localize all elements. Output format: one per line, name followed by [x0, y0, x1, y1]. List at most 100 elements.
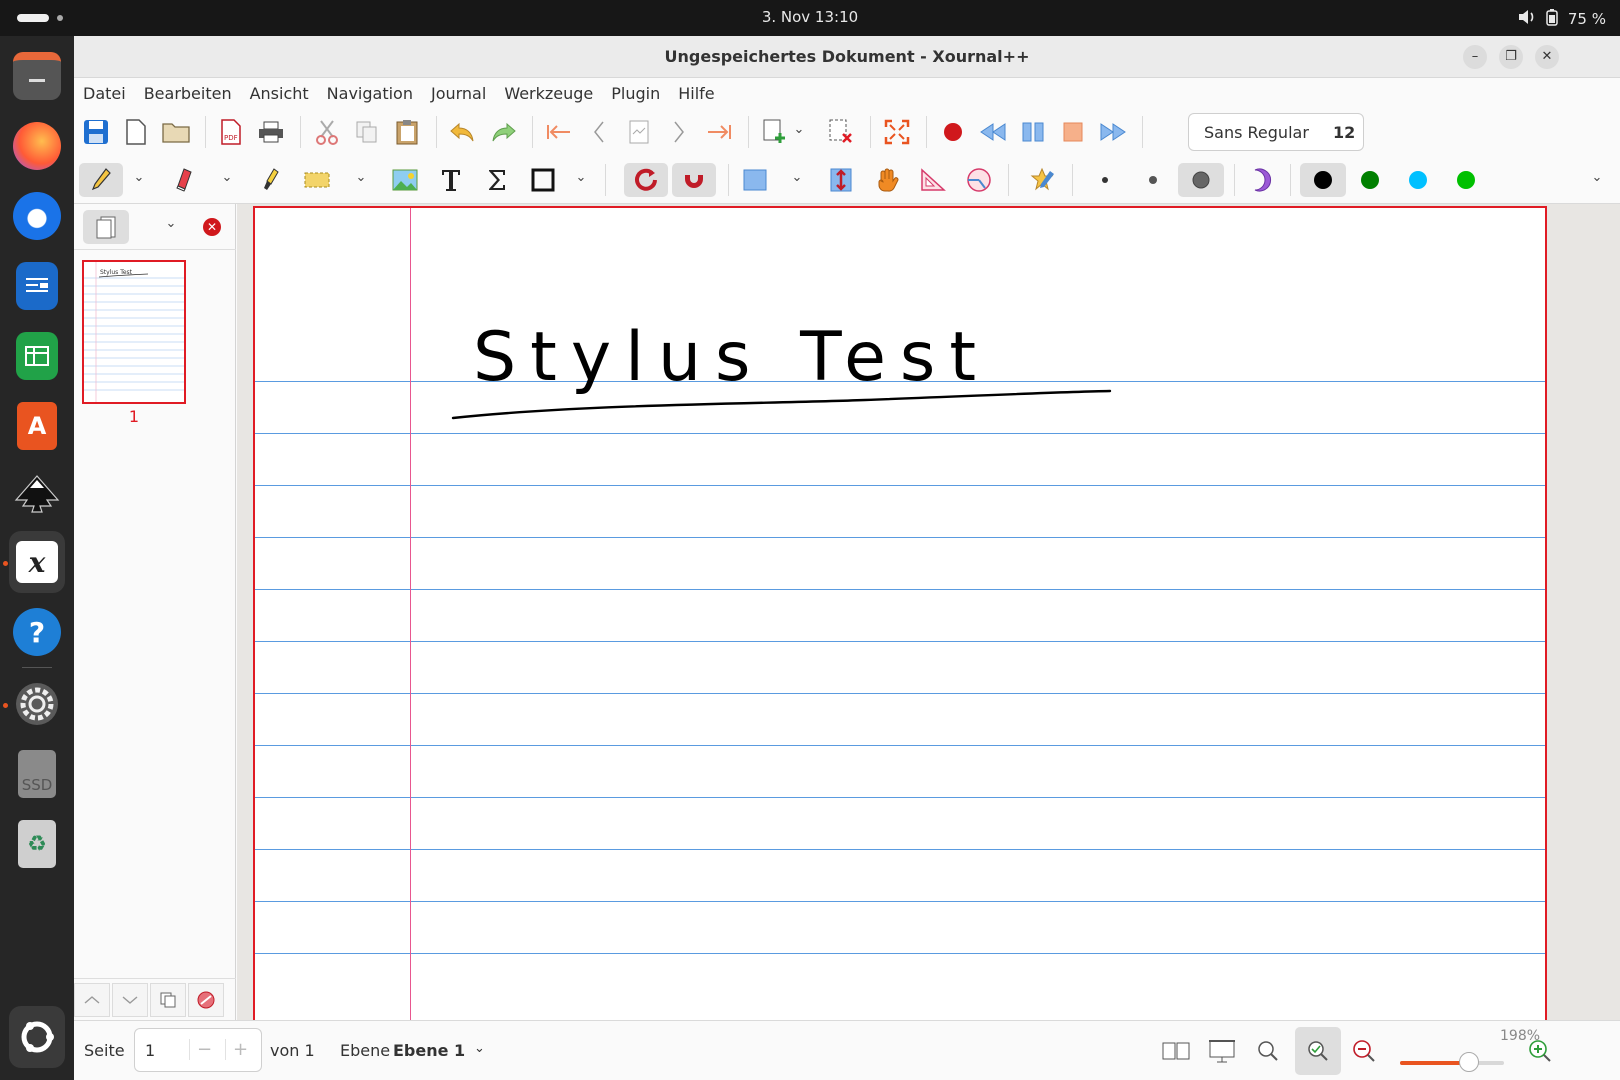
eraser-tool-button[interactable] [166, 163, 200, 197]
fast-forward-button[interactable] [1096, 115, 1130, 149]
document-page[interactable]: Stylus Test [253, 206, 1547, 1020]
zoom-100-button[interactable] [1250, 1033, 1286, 1069]
page-decrement-button[interactable]: − [189, 1039, 219, 1060]
minimize-button[interactable]: – [1463, 45, 1487, 69]
menu-werkzeuge[interactable]: Werkzeuge [504, 84, 593, 103]
new-document-button[interactable] [119, 115, 153, 149]
document-canvas[interactable]: Stylus Test [237, 204, 1620, 1020]
latex-tool-button[interactable] [480, 163, 514, 197]
undo-button[interactable] [446, 115, 480, 149]
font-selector[interactable]: Sans Regular 12 [1188, 113, 1364, 151]
next-page-button[interactable] [662, 115, 696, 149]
delete-page-button[interactable] [824, 115, 858, 149]
text-tool-button[interactable] [434, 163, 468, 197]
zoom-fit-button[interactable] [1295, 1027, 1341, 1075]
dock-xournalpp[interactable]: x [9, 531, 65, 593]
snap-button[interactable] [672, 163, 716, 197]
color-light-blue-button[interactable] [1401, 163, 1435, 197]
menu-plugin[interactable]: Plugin [611, 84, 660, 103]
dock-show-apps[interactable] [9, 1006, 65, 1068]
dock-thunderbird[interactable] [9, 188, 65, 244]
pen-tool-button[interactable] [79, 163, 123, 197]
page-thumbnail[interactable]: Stylus Test [82, 260, 186, 404]
set-square-button[interactable] [916, 163, 950, 197]
goto-page-button[interactable] [622, 115, 656, 149]
dock-trash[interactable]: ♻ [9, 816, 65, 872]
redo-button[interactable] [486, 115, 520, 149]
pen-dropdown[interactable]: ⌄ [132, 170, 146, 190]
favorite-tools-button[interactable] [1026, 163, 1060, 197]
save-button[interactable] [79, 115, 113, 149]
maximize-button[interactable]: ❐ [1499, 45, 1523, 69]
menu-datei[interactable]: Datei [83, 84, 126, 103]
dock-help[interactable]: ? [9, 604, 65, 660]
insert-image-button[interactable] [388, 163, 422, 197]
color-black-button[interactable] [1300, 163, 1346, 197]
dock-files[interactable] [9, 48, 65, 104]
shape-recognizer-button[interactable] [624, 163, 668, 197]
presentation-mode-button[interactable] [1204, 1033, 1240, 1069]
thickness-fine-button[interactable] [1088, 163, 1122, 197]
copy-button[interactable] [350, 115, 384, 149]
sidebar-view-button[interactable] [83, 210, 129, 244]
thickness-thick-button[interactable] [1178, 163, 1224, 197]
rewind-button[interactable] [976, 115, 1010, 149]
layer-dropdown[interactable]: ⌄ [474, 1041, 485, 1056]
cut-button[interactable] [310, 115, 344, 149]
battery-icon[interactable] [1546, 8, 1558, 30]
dock-app-center[interactable]: A [9, 398, 65, 454]
shape-dropdown[interactable]: ⌄ [574, 170, 588, 190]
volume-icon[interactable] [1518, 9, 1536, 29]
select-region-button[interactable] [300, 163, 334, 197]
shape-tool-button[interactable] [526, 163, 560, 197]
fullscreen-button[interactable] [880, 115, 914, 149]
layer-selector[interactable]: Ebene 1 [393, 1041, 465, 1060]
menu-bearbeiten[interactable]: Bearbeiten [144, 84, 232, 103]
dock-firefox[interactable] [9, 118, 65, 174]
duplicate-page-button[interactable] [150, 983, 186, 1017]
page-spinner[interactable]: 1 − + [134, 1028, 262, 1072]
go-last-page-button[interactable] [702, 115, 736, 149]
move-page-up-button[interactable] [74, 983, 110, 1017]
highlighter-tool-button[interactable] [254, 163, 288, 197]
paste-button[interactable] [390, 115, 424, 149]
dock-settings[interactable] [9, 676, 65, 732]
move-page-down-button[interactable] [112, 983, 148, 1017]
compass-button[interactable] [962, 163, 996, 197]
system-tray[interactable]: 75 % [1518, 8, 1606, 30]
thickness-medium-button[interactable] [1136, 163, 1170, 197]
menu-ansicht[interactable]: Ansicht [250, 84, 309, 103]
zoom-in-button[interactable] [1522, 1033, 1558, 1069]
zoom-slider-handle[interactable] [1458, 1052, 1479, 1072]
close-sidebar-button[interactable]: ✕ [203, 218, 221, 236]
close-button[interactable]: ✕ [1535, 45, 1559, 69]
color-green-button[interactable] [1353, 163, 1387, 197]
go-first-page-button[interactable] [542, 115, 576, 149]
eraser-dropdown[interactable]: ⌄ [220, 170, 234, 190]
vertical-space-button[interactable] [824, 163, 858, 197]
pause-button[interactable] [1016, 115, 1050, 149]
export-pdf-button[interactable]: PDF [214, 115, 248, 149]
page-increment-button[interactable]: + [225, 1039, 255, 1060]
page-number-input[interactable]: 1 [145, 1041, 155, 1060]
sidebar-view-dropdown[interactable]: ⌄ [164, 216, 178, 236]
custom-color-button[interactable] [1244, 163, 1278, 197]
dock-writer[interactable] [9, 258, 65, 314]
menu-journal[interactable]: Journal [431, 84, 486, 103]
print-button[interactable] [254, 115, 288, 149]
select-dropdown[interactable]: ⌄ [354, 170, 368, 190]
zoom-slider[interactable] [1400, 1052, 1504, 1072]
delete-page-sidebar-button[interactable] [188, 983, 224, 1017]
dock-inkscape[interactable] [9, 468, 65, 524]
hand-tool-button[interactable] [870, 163, 904, 197]
dual-page-button[interactable] [1158, 1033, 1194, 1069]
title-bar[interactable]: Ungespeichertes Dokument - Xournal++ – ❐… [74, 36, 1620, 78]
fill-button[interactable] [738, 163, 772, 197]
menu-hilfe[interactable]: Hilfe [678, 84, 714, 103]
dock-ssd-drive[interactable]: SSD [9, 746, 65, 802]
open-button[interactable] [159, 115, 193, 149]
insert-page-dropdown[interactable]: ⌄ [792, 122, 806, 142]
color-light-green-button[interactable] [1449, 163, 1483, 197]
stop-button[interactable] [1056, 115, 1090, 149]
record-button[interactable] [936, 115, 970, 149]
